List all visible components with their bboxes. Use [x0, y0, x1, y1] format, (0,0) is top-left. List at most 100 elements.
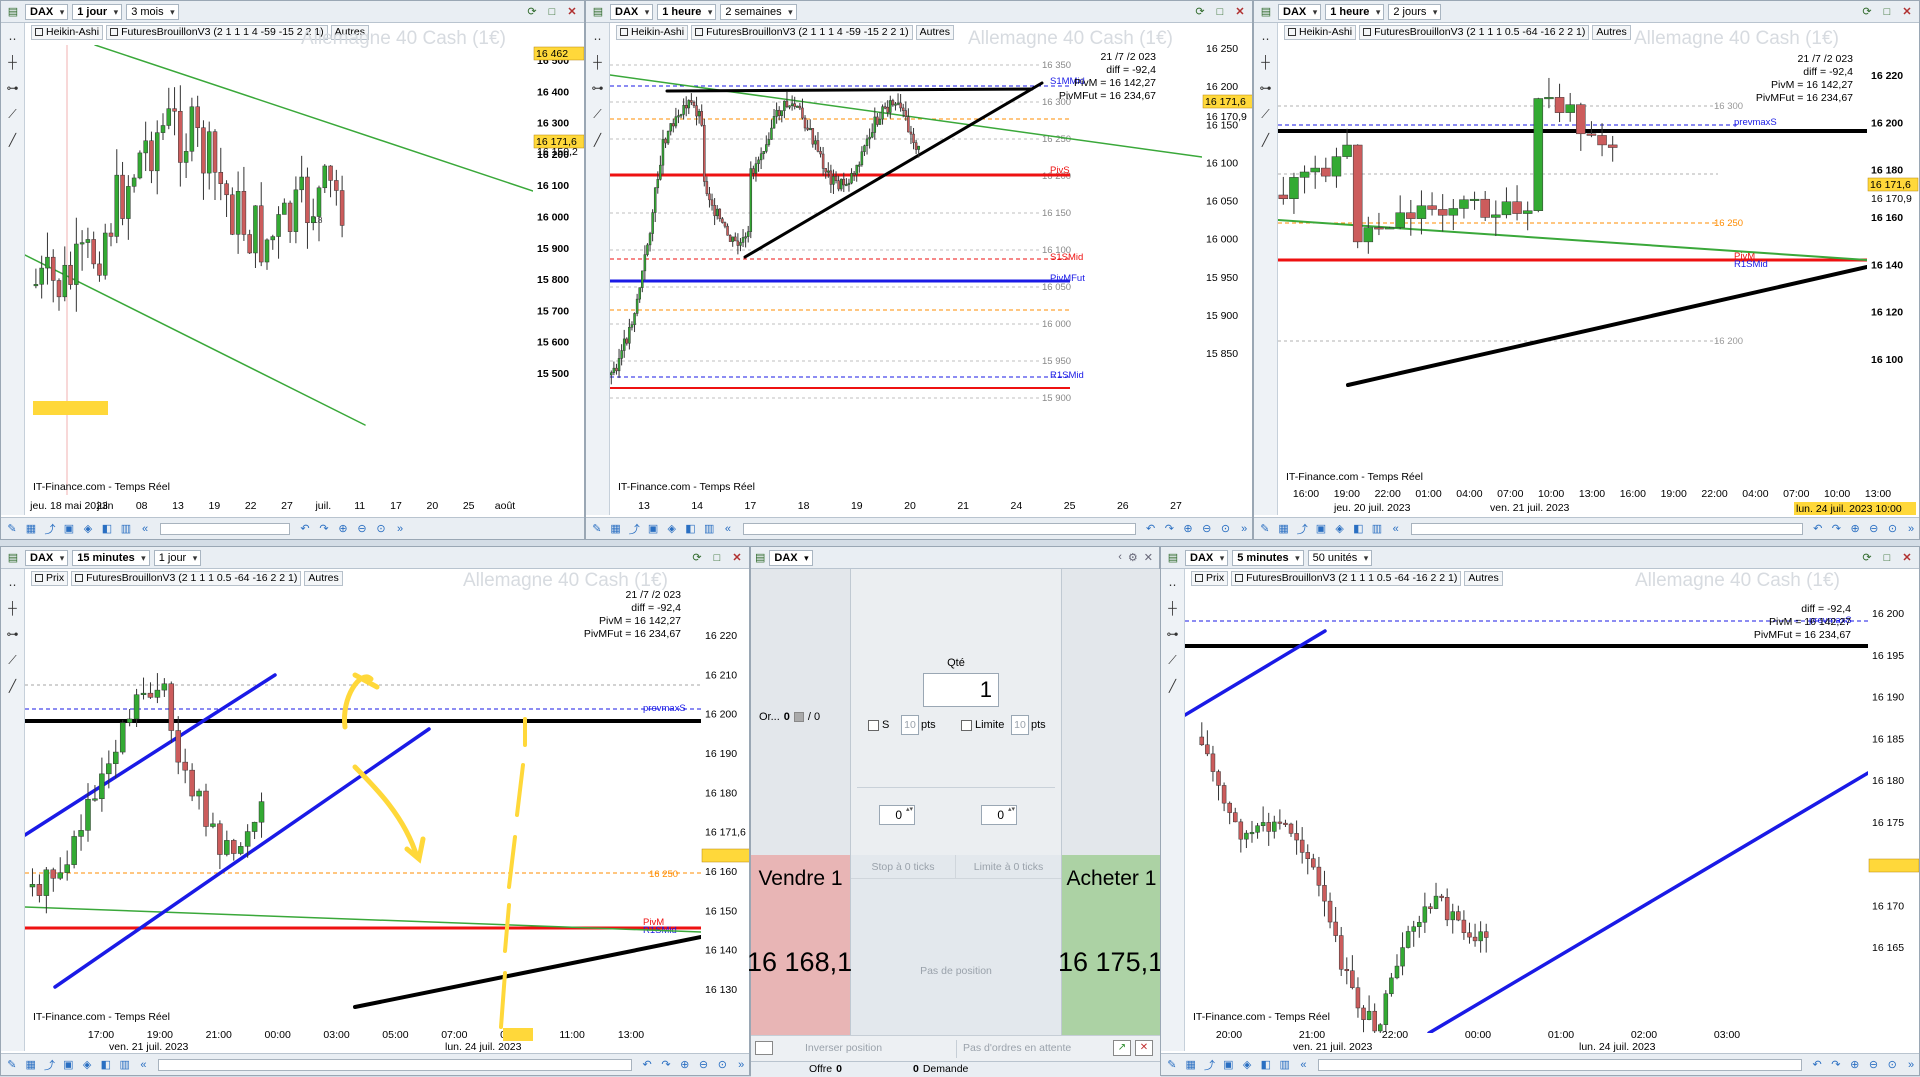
- settings-icon[interactable]: ⚙: [1128, 551, 1138, 564]
- price-chart-5min[interactable]: prevmaxS: [1185, 587, 1868, 1033]
- history-scrollbar[interactable]: [1318, 1058, 1803, 1071]
- refresh-icon[interactable]: ⟳: [1859, 4, 1875, 20]
- hline-tool-icon[interactable]: ⊶: [1254, 75, 1277, 101]
- cursor-tool-icon[interactable]: ‥: [1, 569, 24, 595]
- hline-tool-icon[interactable]: ⊶: [586, 75, 609, 101]
- refresh-icon[interactable]: ⟳: [524, 4, 540, 20]
- chart-style-icon[interactable]: ▦: [1183, 1057, 1199, 1073]
- undo-icon[interactable]: ↶: [1809, 1057, 1825, 1073]
- time-axis[interactable]: 20:00 21:00 22:00 00:00 01:00 02:00 03:00 ven. …: [1185, 1025, 1920, 1053]
- scroll-left-icon[interactable]: «: [136, 1057, 152, 1073]
- grid-icon[interactable]: ▥: [1369, 521, 1385, 537]
- undo-icon[interactable]: ↶: [639, 1057, 655, 1073]
- chart-order-icon[interactable]: ↗: [1113, 1040, 1131, 1056]
- maximize-icon[interactable]: □: [544, 4, 560, 20]
- undo-icon[interactable]: ↶: [1143, 521, 1159, 537]
- zoom-out-icon[interactable]: ⊖: [1199, 521, 1215, 537]
- range-select[interactable]: 2 semaines: [720, 3, 797, 20]
- chart-style-icon[interactable]: ▦: [1276, 521, 1292, 537]
- template-icon[interactable]: ◧: [683, 521, 699, 537]
- crosshair-tool-icon[interactable]: ┼: [1254, 49, 1277, 75]
- share-icon[interactable]: ⤴: [1294, 521, 1310, 537]
- pencil-icon[interactable]: ✎: [4, 1057, 20, 1073]
- refresh-icon[interactable]: ⟳: [689, 550, 705, 566]
- chart-type-icon[interactable]: ▤: [755, 551, 765, 564]
- close-icon[interactable]: ✕: [1144, 551, 1153, 564]
- minimize-icon[interactable]: ‹: [1118, 551, 1122, 564]
- cursor-tool-icon[interactable]: ‥: [1161, 569, 1184, 595]
- chart-type-icon[interactable]: ▤: [5, 4, 21, 20]
- crosshair-tool-icon[interactable]: ┼: [1161, 595, 1184, 621]
- pencil-icon[interactable]: ✎: [4, 521, 20, 537]
- grid-icon[interactable]: ▥: [118, 521, 134, 537]
- legend-heikin-ashi[interactable]: Heikin-Ashi: [31, 25, 104, 40]
- close-icon[interactable]: ✕: [729, 550, 745, 566]
- scroll-left-icon[interactable]: «: [1296, 1057, 1312, 1073]
- scroll-right-icon[interactable]: »: [1903, 521, 1919, 537]
- redo-icon[interactable]: ↷: [1828, 1057, 1844, 1073]
- redo-icon[interactable]: ↷: [658, 1057, 674, 1073]
- share-icon[interactable]: ⤴: [42, 521, 58, 537]
- redo-icon[interactable]: ↷: [316, 521, 332, 537]
- alerts-icon[interactable]: ◈: [1332, 521, 1348, 537]
- time-axis[interactable]: 16:00 19:00 22:00 01:00 04:00 07:00 10:00 13:00…: [1278, 485, 1920, 517]
- scroll-right-icon[interactable]: »: [392, 521, 408, 537]
- chart-type-icon[interactable]: ▤: [590, 4, 606, 20]
- hline-tool-icon[interactable]: ⊶: [1, 75, 24, 101]
- zoom-in-icon[interactable]: ⊕: [1180, 521, 1196, 537]
- alerts-icon[interactable]: ◈: [79, 1057, 95, 1073]
- alerts-icon[interactable]: ◈: [80, 521, 96, 537]
- zoom-fit-icon[interactable]: ⊙: [373, 521, 389, 537]
- instrument-select[interactable]: DAX: [610, 3, 654, 20]
- reverse-position-button[interactable]: Inverser position: [805, 1042, 882, 1054]
- ray-tool-icon[interactable]: ⟋: [1254, 101, 1277, 127]
- legend-futures[interactable]: FuturesBrouillonV3 (2 1 1 1 4 -59 -15 2 …: [106, 25, 328, 40]
- hline-tool-icon[interactable]: ⊶: [1161, 621, 1184, 647]
- zoom-fit-icon[interactable]: ⊙: [1218, 521, 1234, 537]
- crosshair-tool-icon[interactable]: ┼: [1, 595, 24, 621]
- period-select[interactable]: 1 heure: [657, 3, 717, 20]
- legend-others[interactable]: Autres: [1592, 25, 1631, 40]
- limit-ticks-spinner[interactable]: 0: [981, 805, 1017, 825]
- refresh-icon[interactable]: ⟳: [1859, 550, 1875, 566]
- indicators-icon[interactable]: ▣: [61, 521, 77, 537]
- history-scrollbar[interactable]: [742, 522, 1136, 535]
- instrument-select[interactable]: DAX: [25, 549, 69, 566]
- chart-style-icon[interactable]: ▦: [23, 1057, 39, 1073]
- redo-icon[interactable]: ↷: [1161, 521, 1177, 537]
- alerts-icon[interactable]: ◈: [1239, 1057, 1255, 1073]
- cursor-tool-icon[interactable]: ‥: [1254, 23, 1277, 49]
- pencil-icon[interactable]: ✎: [1164, 1057, 1180, 1073]
- crosshair-tool-icon[interactable]: ┼: [1, 49, 24, 75]
- range-select[interactable]: 50 unités: [1307, 549, 1373, 566]
- history-scrollbar[interactable]: [158, 1058, 633, 1071]
- range-select[interactable]: 3 mois: [126, 3, 179, 20]
- trendline-tool-icon[interactable]: ╱: [1254, 127, 1277, 153]
- price-axis[interactable]: 16 220 16 200 16 180 16 160 16 140 16 120 16 1…: [1867, 45, 1920, 485]
- alerts-icon[interactable]: ◈: [664, 521, 680, 537]
- redo-icon[interactable]: ↷: [1829, 521, 1845, 537]
- close-icon[interactable]: ✕: [1899, 4, 1915, 20]
- crosshair-tool-icon[interactable]: ┼: [586, 49, 609, 75]
- pencil-icon[interactable]: ✎: [1257, 521, 1273, 537]
- scroll-left-icon[interactable]: «: [1388, 521, 1404, 537]
- zoom-fit-icon[interactable]: ⊙: [1885, 521, 1901, 537]
- zoom-in-icon[interactable]: ⊕: [1847, 1057, 1863, 1073]
- price-chart-hourly[interactable]: 16 35016 30016 25016 20016 15016 10016 0…: [610, 45, 1202, 495]
- stop-ticks-spinner[interactable]: 0: [879, 805, 915, 825]
- time-axis[interactable]: 13 14 17 18 19 20 21 24 25 26 27: [610, 495, 1253, 519]
- maximize-icon[interactable]: □: [1879, 550, 1895, 566]
- close-icon[interactable]: ✕: [1899, 550, 1915, 566]
- close-icon[interactable]: ✕: [1232, 4, 1248, 20]
- pencil-icon[interactable]: ✎: [589, 521, 605, 537]
- close-icon[interactable]: ✕: [564, 4, 580, 20]
- scroll-left-icon[interactable]: «: [720, 521, 736, 537]
- share-icon[interactable]: ⤴: [1202, 1057, 1218, 1073]
- zoom-out-icon[interactable]: ⊖: [1866, 1057, 1882, 1073]
- grid-icon[interactable]: [755, 1041, 773, 1055]
- stop-checkbox[interactable]: S: [868, 719, 889, 731]
- cursor-tool-icon[interactable]: ‥: [1, 23, 24, 49]
- period-select[interactable]: 1 heure: [1325, 3, 1385, 20]
- refresh-icon[interactable]: ⟳: [1192, 4, 1208, 20]
- chart-type-icon[interactable]: ▤: [1165, 550, 1181, 566]
